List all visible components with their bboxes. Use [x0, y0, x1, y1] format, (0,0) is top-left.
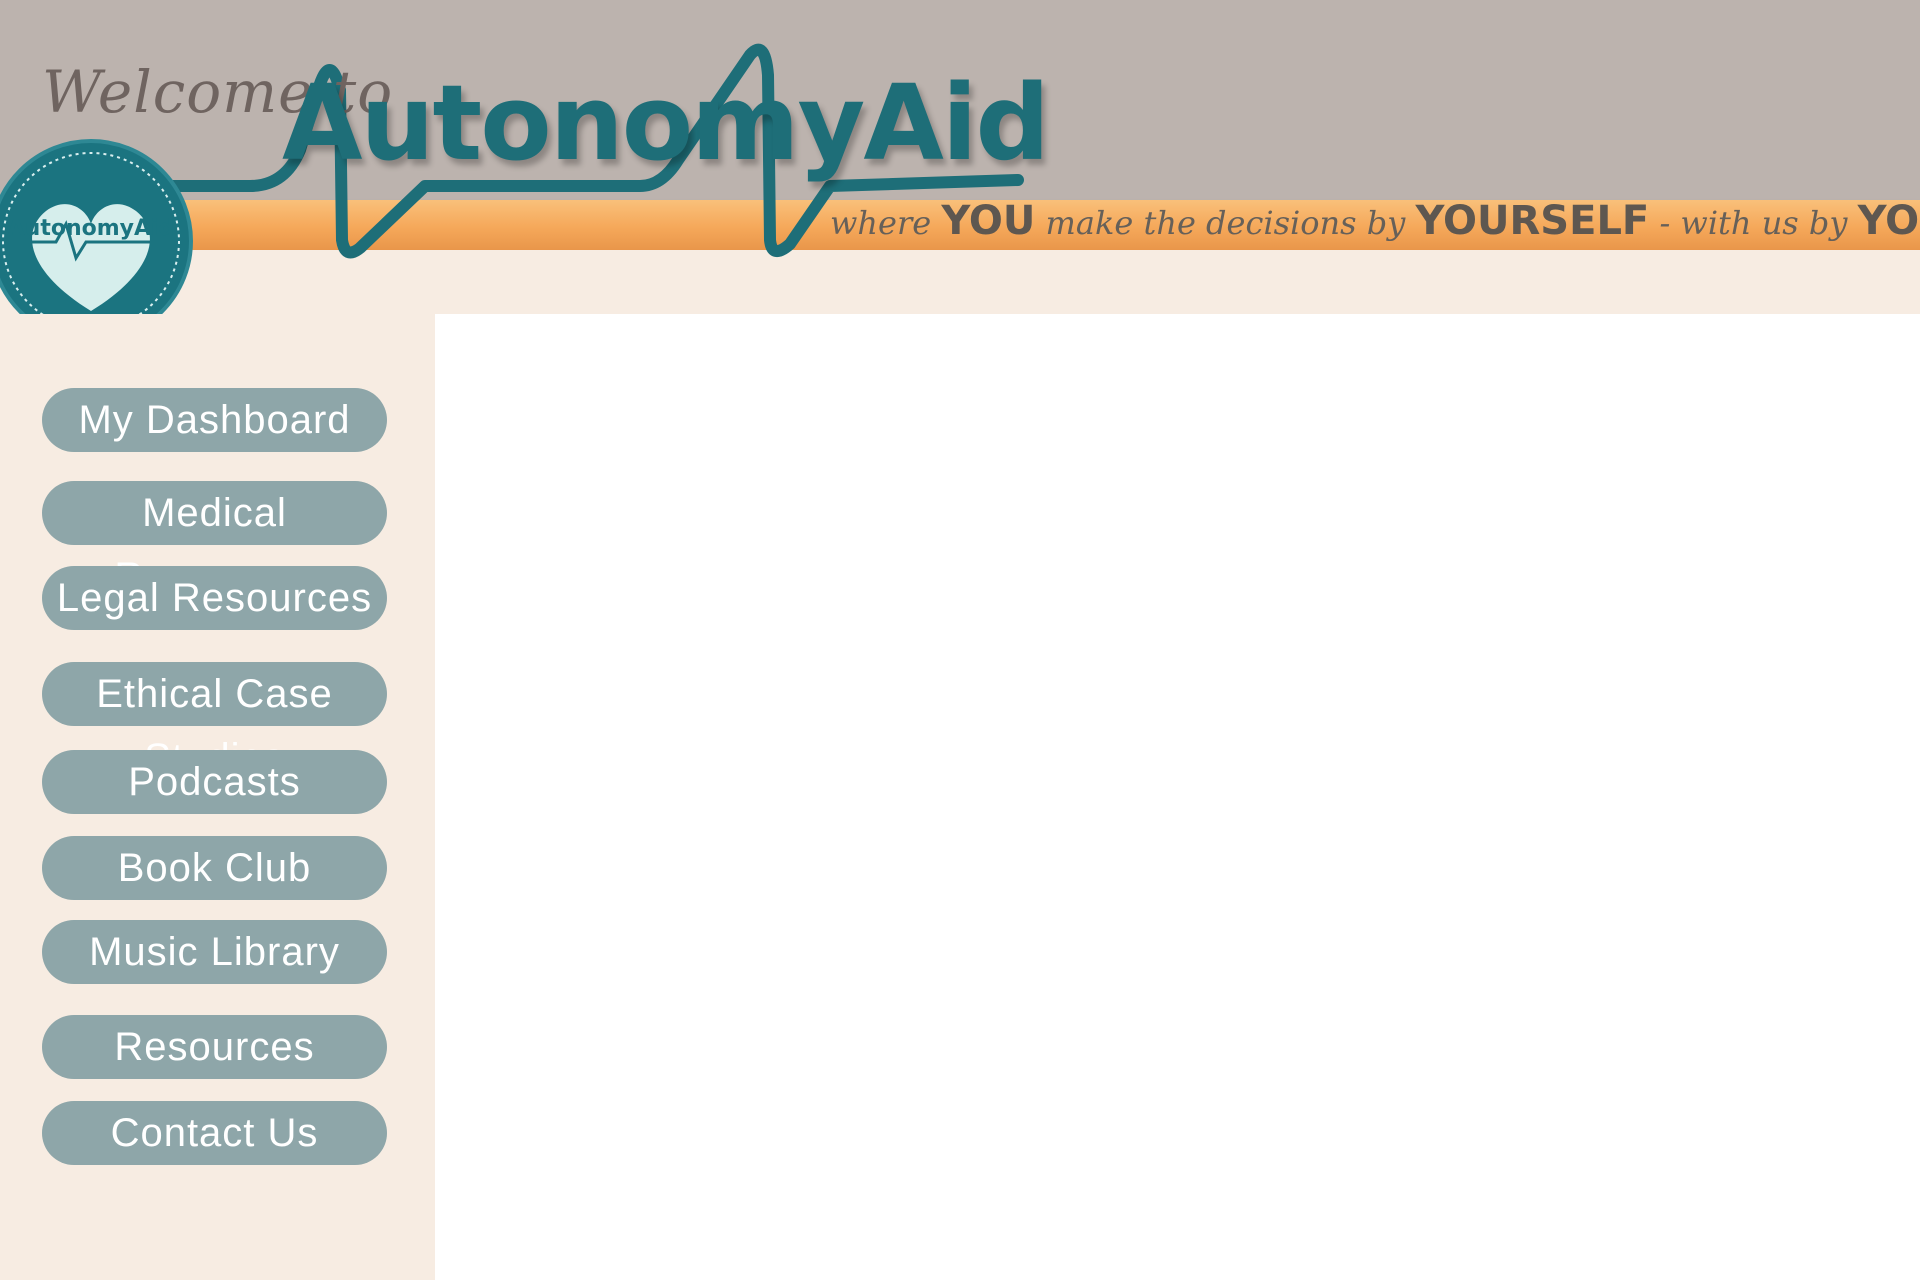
main-content [435, 314, 1920, 1280]
nav-ethical-case-studies-button[interactable]: Ethical Case Studies [42, 662, 387, 780]
nav-book-club-button[interactable]: Book Club [42, 836, 387, 900]
brand-logo-text[interactable]: AutonomyAid [282, 62, 1050, 184]
nav-resources-button[interactable]: Resources [42, 1015, 387, 1079]
nav-legal-resources-button[interactable]: Legal Resources [42, 566, 387, 630]
nav-my-dashboard-button[interactable]: My Dashboard [42, 388, 387, 452]
tagline-part: where [830, 204, 932, 242]
tagline-part: YOU [941, 198, 1036, 244]
nav-music-library-button[interactable]: Music Library [42, 920, 387, 984]
tagline-part: YOUR [1857, 198, 1920, 244]
nav-podcasts-button[interactable]: Podcasts [42, 750, 387, 814]
tagline-part: - with us by [1659, 204, 1848, 242]
tagline-part: YOURSELF [1415, 198, 1650, 244]
nav-medical-resources-button[interactable]: Medical Resources [42, 481, 387, 599]
sidebar: My Dashboard Medical Resources Legal Res… [0, 314, 435, 1280]
nav-contact-us-button[interactable]: Contact Us [42, 1101, 387, 1165]
tagline-part: make the decisions by [1045, 204, 1406, 242]
page: Welcome to AutonomyAid AutonomyAid where… [0, 0, 1920, 1280]
tagline: where YOU make the decisions by YOURSELF… [830, 198, 1920, 244]
seal-text: AutonomyAid [8, 216, 175, 241]
